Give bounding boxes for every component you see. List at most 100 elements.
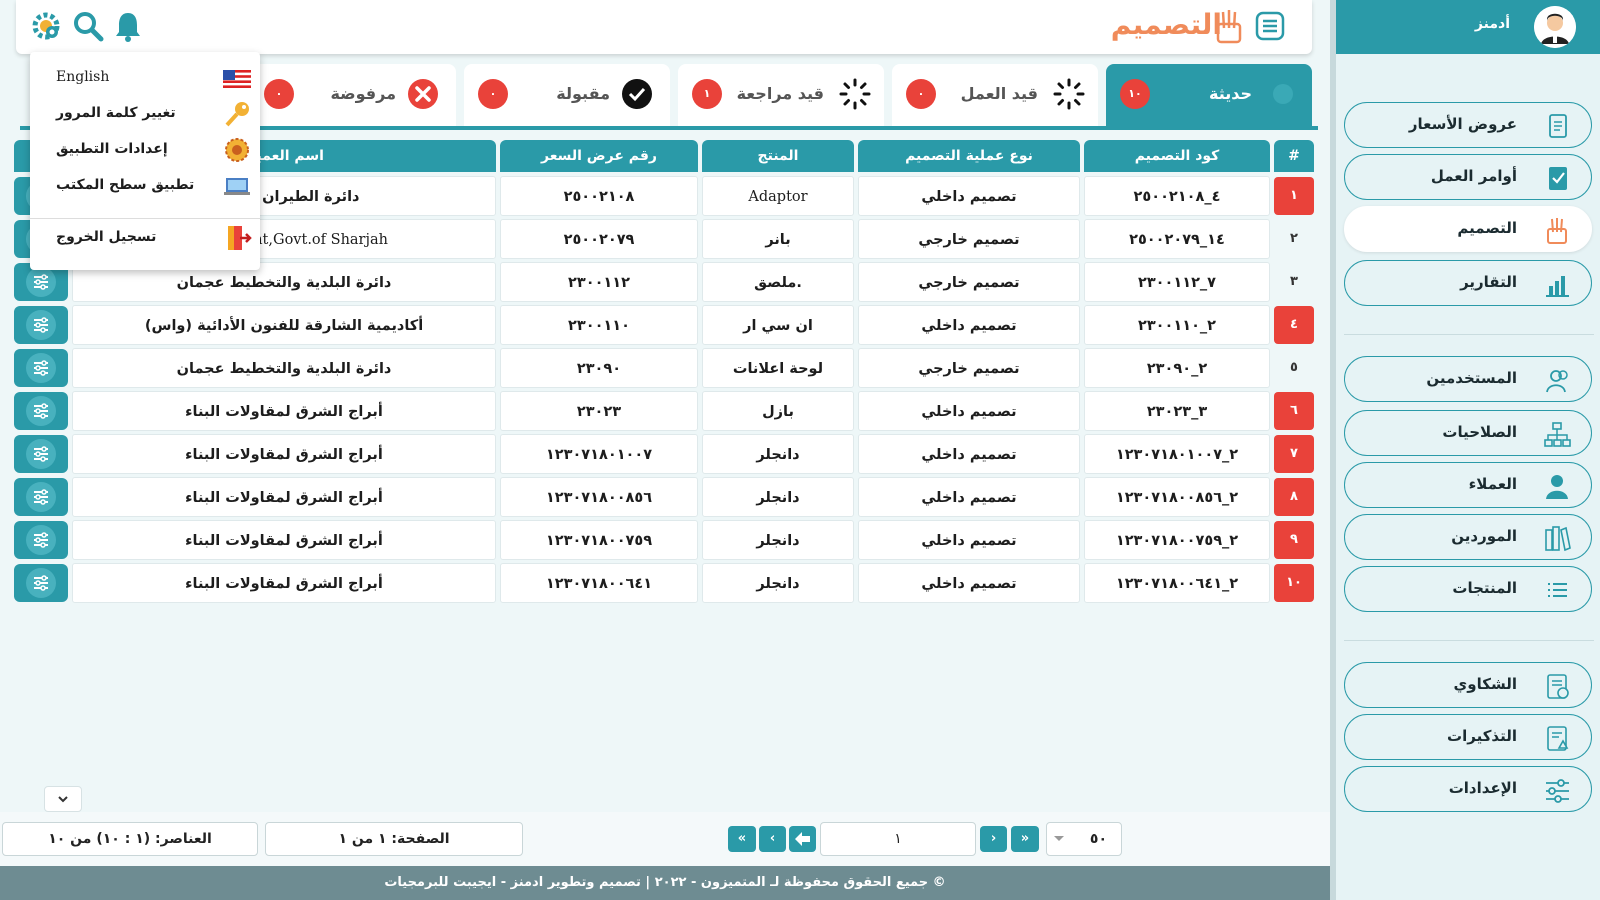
- dropdown-label: تغيير كلمة المرور: [56, 105, 176, 121]
- tab-count-badge: ١٠: [1120, 79, 1150, 109]
- menu-toggle-icon[interactable]: [1252, 8, 1288, 44]
- sliders-icon: [34, 317, 48, 333]
- tab-rejected[interactable]: ٠ مرفوضة: [250, 64, 456, 126]
- sliders-icon: [34, 274, 48, 290]
- cell-customer: أبراج الشرق لمقاولات البناء: [72, 563, 496, 603]
- dropdown-label: تسجيل الخروج: [56, 229, 157, 245]
- row-actions-button[interactable]: [14, 521, 68, 559]
- table-row[interactable]: ٧ ٢_١٢٣٠٧١٨٠١٠٠٧ تصميم داخلي دانجلر ١٢٣٠٧١٨٠…: [14, 434, 1316, 476]
- sliders-icon: [34, 489, 48, 505]
- tab-in-progress[interactable]: ٠ قيد العمل: [892, 64, 1098, 126]
- go-page-button[interactable]: [789, 826, 816, 852]
- last-page-button[interactable]: »: [1011, 826, 1039, 852]
- bell-icon[interactable]: [110, 8, 146, 44]
- cell-type: تصميم داخلي: [858, 391, 1080, 431]
- dropdown-item-logout[interactable]: تسجيل الخروج: [30, 220, 260, 256]
- tab-label: قيد العمل: [960, 84, 1038, 103]
- row-actions-button[interactable]: [14, 306, 68, 344]
- cell-customer: أبراج الشرق لمقاولات البناء: [72, 434, 496, 474]
- sidebar-item[interactable]: المستخدمين: [1344, 356, 1592, 402]
- cell-product: دانجلر: [702, 477, 854, 517]
- sidebar-item[interactable]: الصلاحيات: [1344, 410, 1592, 456]
- sidebar-item[interactable]: العملاء: [1344, 462, 1592, 508]
- cell-code: ٢_١٢٣٠٧١٨٠١٠٠٧: [1084, 434, 1270, 474]
- table-row[interactable]: ٩ ٢_١٢٣٠٧١٨٠٠٧٥٩ تصميم داخلي دانجلر ١٢٣٠٧١٨٠…: [14, 520, 1316, 562]
- row-actions-button[interactable]: [14, 392, 68, 430]
- sidebar-item-label: التذكيرات: [1447, 727, 1517, 745]
- row-actions-inner: [26, 267, 56, 297]
- users-icon: [1546, 370, 1568, 393]
- reminder-icon: [1547, 726, 1569, 751]
- prev-page-button[interactable]: ‹: [759, 826, 786, 852]
- cell-type: تصميم داخلي: [858, 477, 1080, 517]
- row-number: ١٠: [1274, 564, 1314, 602]
- sliders-icon: [34, 575, 48, 591]
- cell-product: .ملصق: [702, 262, 854, 302]
- cell-type: تصميم داخلي: [858, 305, 1080, 345]
- first-page-button[interactable]: «: [728, 826, 756, 852]
- tab-under-review[interactable]: ١ قيد مراجعة: [678, 64, 884, 126]
- cell-code: ٢_١٢٣٠٧١٨٠٠٨٥٦: [1084, 477, 1270, 517]
- cell-quote: ٢٣٠٠١١٠: [500, 305, 698, 345]
- sidebar-item[interactable]: الإعدادات: [1344, 766, 1592, 812]
- sidebar-separator: [1344, 334, 1594, 335]
- row-actions-button[interactable]: [14, 349, 68, 387]
- cell-code: ١٤_٢٥٠٠٢٠٧٩: [1084, 219, 1270, 259]
- page-size-select[interactable]: ٥٠: [1046, 822, 1122, 856]
- row-actions-button[interactable]: [14, 564, 68, 602]
- table-row[interactable]: ٤ ٢_٢٣٠٠١١٠ تصميم داخلي ان سي ار ٢٣٠٠١١٠ أكاد…: [14, 305, 1316, 347]
- dropdown-label: تطبيق سطح المكتب: [56, 177, 195, 193]
- search-icon[interactable]: [70, 8, 106, 44]
- cell-type: تصميم خارجي: [858, 219, 1080, 259]
- cell-code: ٣_٢٣٠٢٣: [1084, 391, 1270, 431]
- table-row[interactable]: ٨ ٢_١٢٣٠٧١٨٠٠٨٥٦ تصميم داخلي دانجلر ١٢٣٠٧١٨٠…: [14, 477, 1316, 519]
- cell-quote: ١٢٣٠٧١٨٠٠٦٤١: [500, 563, 698, 603]
- dropdown-item-app-settings[interactable]: إعدادات التطبيق: [30, 132, 260, 168]
- table-row[interactable]: ٥ ٢_٢٣٠٩٠ تصميم خارجي لوحة اعلانات ٢٣٠٩٠ دائر…: [14, 348, 1316, 390]
- row-number: ٤: [1274, 306, 1314, 344]
- cell-customer: أبراج الشرق لمقاولات البناء: [72, 391, 496, 431]
- row-number: ٧: [1274, 435, 1314, 473]
- avatar[interactable]: [1534, 6, 1576, 48]
- sidebar-item-label: الشكاوي: [1453, 675, 1517, 693]
- cell-code: ٧_٢٣٠٠١١٢: [1084, 262, 1270, 302]
- sliders-icon: [1546, 779, 1569, 803]
- cell-code: ٢_١٢٣٠٧١٨٠٠٦٤١: [1084, 563, 1270, 603]
- sidebar-item[interactable]: الموردين: [1344, 514, 1592, 560]
- arrow-left-icon: [795, 832, 810, 846]
- row-actions-button[interactable]: [14, 478, 68, 516]
- page-number-input[interactable]: ١: [820, 822, 976, 856]
- dropdown-item-change-password[interactable]: تغيير كلمة المرور: [30, 96, 260, 132]
- sidebar-item[interactable]: المنتجات: [1344, 566, 1592, 612]
- tab-label: حديثة: [1208, 84, 1252, 103]
- sidebar-item[interactable]: التصميم: [1344, 206, 1592, 252]
- table-row[interactable]: ١٠ ٢_١٢٣٠٧١٨٠٠٦٤١ تصميم داخلي دانجلر ١٢٣٠٧١٨…: [14, 563, 1316, 605]
- sidebar-item[interactable]: الشكاوي: [1344, 662, 1592, 708]
- row-number: ٨: [1274, 478, 1314, 516]
- person-icon: [1546, 475, 1568, 499]
- dropdown-item-language[interactable]: English: [30, 60, 260, 96]
- sidebar-separator: [1344, 640, 1594, 641]
- list-icon: [1548, 583, 1567, 597]
- sidebar-item[interactable]: التذكيرات: [1344, 714, 1592, 760]
- dropdown-item-desktop-app[interactable]: تطبيق سطح المكتب: [30, 168, 260, 204]
- cell-customer: أكاديمية الشارقة للفنون الأدائية (واس): [72, 305, 496, 345]
- document-icon: [1549, 114, 1567, 138]
- dropdown-label: English: [56, 69, 110, 85]
- cell-product: لوحة اعلانات: [702, 348, 854, 388]
- row-actions-inner: [26, 439, 56, 469]
- collapse-button[interactable]: [44, 786, 82, 812]
- sidebar-item[interactable]: أوامر العمل: [1344, 154, 1592, 200]
- next-page-button[interactable]: ›: [980, 826, 1007, 852]
- tab-accepted[interactable]: ٠ مقبولة: [464, 64, 670, 126]
- row-actions-button[interactable]: [14, 435, 68, 473]
- sidebar-item[interactable]: عروض الأسعار: [1344, 102, 1592, 148]
- laptop-icon: [224, 178, 250, 195]
- settings-gear-icon[interactable]: [28, 8, 64, 44]
- row-actions-inner: [26, 482, 56, 512]
- tab-new[interactable]: ١٠ حديثة: [1106, 64, 1312, 126]
- checklist-icon: [1549, 167, 1567, 190]
- table-row[interactable]: ٦ ٣_٢٣٠٢٣ تصميم داخلي بازل ٢٣٠٢٣ أبراج الشرق …: [14, 391, 1316, 433]
- cell-product: Adaptor: [702, 176, 854, 216]
- sidebar-item[interactable]: التقارير: [1344, 260, 1592, 306]
